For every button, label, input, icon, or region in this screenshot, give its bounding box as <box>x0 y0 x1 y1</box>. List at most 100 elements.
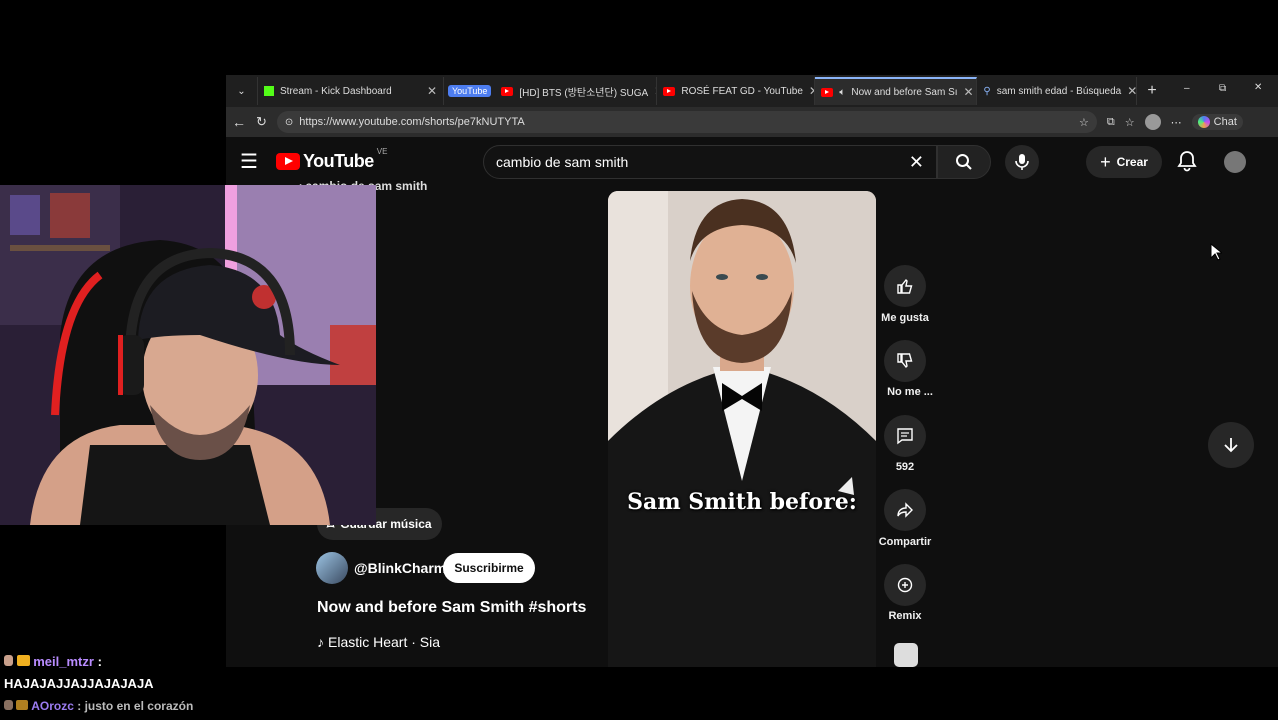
chat-username[interactable]: AOrozc <box>31 699 74 713</box>
restore-icon[interactable]: ⧉ <box>1219 83 1226 94</box>
remix-icon <box>897 577 913 593</box>
share-icon <box>897 502 913 518</box>
speaker-icon: 🔈︎ <box>839 86 846 98</box>
hamburger-menu-icon[interactable]: ☰ <box>240 149 258 174</box>
chat-badge-icon <box>4 700 13 710</box>
chat-message: AOrozc : justo en el corazón <box>4 699 193 713</box>
account-avatar[interactable] <box>1224 151 1246 173</box>
like-button[interactable] <box>884 265 926 307</box>
copilot-chat-button[interactable]: Chat <box>1191 114 1243 130</box>
tab-sam-smith-edad[interactable]: ⚲ sam smith edad - Búsqueda ✕ <box>977 77 1138 105</box>
remix-label: Remix <box>888 610 922 622</box>
sound-thumbnail[interactable] <box>894 643 918 667</box>
search-icon: ⚲ <box>983 85 991 97</box>
youtube-logo-text: YouTube <box>302 150 374 171</box>
tab-label: sam smith edad - Búsqueda <box>996 85 1122 97</box>
video-title[interactable]: Now and before Sam Smith #shorts <box>317 599 586 617</box>
search-value: cambio de sam smith <box>496 154 629 170</box>
tab-group-label[interactable]: YouTube <box>448 85 492 97</box>
tab-rose-gd[interactable]: ROSÉ FEAT GD - YouTube ✕ <box>657 77 816 105</box>
comment-icon <box>897 428 913 445</box>
search-input[interactable]: cambio de sam smith ✕ <box>483 145 937 179</box>
url-text: https://www.youtube.com/shorts/pe7kNUTYT… <box>299 116 525 128</box>
remix-button[interactable] <box>884 564 926 606</box>
refresh-icon[interactable]: ↻ <box>256 114 267 130</box>
channel-name[interactable]: @BlinkCharm <box>354 560 446 576</box>
next-short-button[interactable] <box>1208 422 1254 468</box>
dislike-button[interactable] <box>884 340 926 382</box>
youtube-icon <box>821 87 834 97</box>
arrow-down-icon <box>1224 438 1238 453</box>
clear-search-icon[interactable]: ✕ <box>909 152 924 173</box>
music-note-icon: ♪ <box>317 634 324 650</box>
share-label: Compartir <box>878 536 932 548</box>
thumbs-down-icon <box>897 353 913 369</box>
chat-message-text: justo en el corazón <box>84 699 194 713</box>
close-tab-icon[interactable]: ✕ <box>427 84 437 98</box>
bookmark-star-icon[interactable]: ☆ <box>1079 116 1089 129</box>
url-field[interactable]: ⊙ https://www.youtube.com/shorts/pe7kNUT… <box>276 111 1097 133</box>
thumbs-up-icon <box>897 278 913 294</box>
channel-avatar[interactable] <box>316 552 348 584</box>
microphone-icon <box>1015 154 1029 170</box>
mouse-cursor-icon <box>1210 243 1222 261</box>
tab-list-button[interactable]: ⌄ <box>226 77 258 105</box>
kick-icon <box>264 86 274 96</box>
youtube-logo[interactable]: YouTube VE <box>275 147 387 172</box>
music-track[interactable]: ♪ Elastic Heart · Sia <box>317 634 440 650</box>
create-button[interactable]: + Crear <box>1086 146 1162 178</box>
copilot-icon <box>1197 116 1210 128</box>
plus-icon: + <box>1100 151 1111 172</box>
short-video[interactable]: Sam Smith before: <box>608 191 876 667</box>
tab-bts-suga[interactable]: [HD] BTS (방탄소년단) SUGA ✕ <box>495 77 658 105</box>
chat-username[interactable]: meil_mtzr <box>33 654 94 669</box>
copilot-label: Chat <box>1213 116 1237 128</box>
profile-icon[interactable] <box>1144 114 1161 130</box>
search-button[interactable] <box>937 145 991 179</box>
close-tab-icon[interactable]: ✕ <box>964 85 974 99</box>
dislike-label: No me ... <box>887 386 933 398</box>
video-overlay-caption: Sam Smith before: <box>627 489 857 515</box>
voice-search-button[interactable] <box>1005 145 1039 179</box>
search-icon <box>956 154 972 170</box>
tab-kick-dashboard[interactable]: Stream - Kick Dashboard ✕ <box>258 77 444 105</box>
address-bar: ← ↻ ⊙ https://www.youtube.com/shorts/pe7… <box>226 107 1278 137</box>
more-menu-icon[interactable]: ⋯ <box>1171 116 1182 129</box>
chat-badge-icon <box>4 655 13 666</box>
chat-message-text: HAJAJAJJAJJAJAJAJA <box>4 676 154 691</box>
chat-separator: : <box>93 654 102 669</box>
close-tab-icon[interactable]: ✕ <box>1127 84 1136 98</box>
webcam-overlay <box>0 185 376 525</box>
browser-window: ⌄ Stream - Kick Dashboard ✕ YouTube [HD]… <box>226 75 1278 667</box>
site-info-icon[interactable]: ⊙ <box>285 117 293 128</box>
tab-label: Now and before Sam Sı <box>851 86 958 98</box>
tab-label: Stream - Kick Dashboard <box>280 85 392 97</box>
favorites-icon[interactable]: ☆ <box>1125 116 1135 129</box>
chat-separator: : <box>73 699 85 713</box>
tab-now-and-before[interactable]: 🔈︎ Now and before Sam Sı ✕ <box>815 77 978 105</box>
chat-message: meil_mtzr : HAJAJAJJAJJAJAJAJA <box>4 651 224 695</box>
video-frame-image <box>608 191 876 667</box>
like-label: Me gusta <box>881 312 929 324</box>
subscribe-button[interactable]: Suscribirme <box>443 553 535 583</box>
share-button[interactable] <box>884 489 926 531</box>
comments-button[interactable] <box>884 415 926 457</box>
minimize-icon[interactable]: – <box>1184 83 1190 94</box>
notifications-bell-icon[interactable] <box>1176 149 1198 173</box>
chat-badge-icon <box>16 700 29 710</box>
youtube-logo-icon <box>275 152 300 170</box>
region-code: VE <box>376 146 388 156</box>
close-window-icon[interactable]: ✕ <box>1254 82 1262 93</box>
comments-count: 592 <box>895 461 915 473</box>
extensions-icon[interactable]: ⧉ <box>1107 116 1115 129</box>
youtube-icon <box>663 86 676 96</box>
back-icon[interactable]: ← <box>232 114 246 130</box>
tab-label: [HD] BTS (방탄소년단) SUGA <box>519 87 649 99</box>
tab-label: ROSÉ FEAT GD - YouTube <box>681 85 803 97</box>
create-label: Crear <box>1116 155 1148 169</box>
chat-badge-icon <box>16 655 30 666</box>
tab-bar: ⌄ Stream - Kick Dashboard ✕ YouTube [HD]… <box>226 75 1278 107</box>
youtube-icon <box>501 86 514 96</box>
music-track-label: Elastic Heart · Sia <box>328 634 441 650</box>
new-tab-icon[interactable]: + <box>1147 82 1156 100</box>
